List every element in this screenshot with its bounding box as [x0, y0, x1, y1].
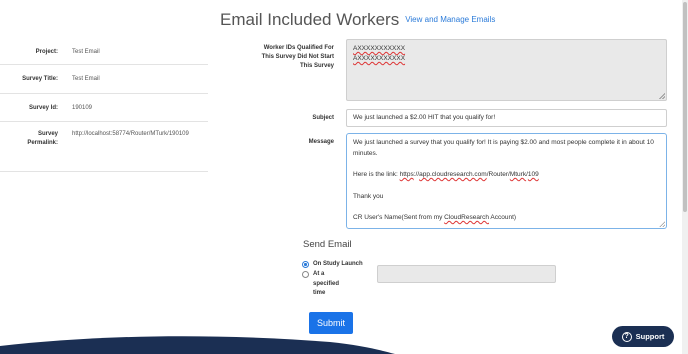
message-thanks: Thank you [353, 192, 384, 200]
sidebar-row-permalink: Survey Permalink: http://localhost:58774… [0, 122, 208, 172]
message-textarea[interactable]: We just launched a survey that you quali… [346, 133, 667, 229]
radio-checked-icon[interactable] [302, 261, 309, 268]
message-link-line: Here is the link: https://app.cloudresea… [353, 171, 539, 178]
worker-ids-label: Worker IDs Qualified For This Survey Did… [261, 45, 334, 69]
radio-label-on-launch: On Study Launch [313, 261, 363, 267]
sidebar-row-project: Project: Test Email [0, 38, 208, 65]
survey-id-value: 190109 [72, 105, 93, 111]
sidebar-row-survey-id: Survey Id: 190109 [0, 94, 208, 122]
specified-time-input[interactable] [377, 265, 556, 283]
subject-input[interactable]: We just launched a $2.00 HIT that you qu… [346, 109, 667, 127]
page-title: Email Included Workers View and Manage Em… [220, 10, 495, 30]
help-circle-icon: ? [621, 331, 632, 342]
message-signature: CR User's Name(Sent from my CloudResearc… [353, 214, 517, 221]
survey-title-value: Test Email [72, 76, 100, 82]
resize-grip-icon[interactable] [659, 221, 665, 227]
worker-ids-textarea[interactable]: AXXXXXXXXXXX AXXXXXXXXXXX [346, 39, 667, 101]
message-line-1: We just launched a survey that you quali… [353, 139, 654, 157]
worker-id-item: AXXXXXXXXXXX [353, 45, 406, 52]
send-email-heading: Send Email [303, 239, 352, 250]
support-button[interactable]: ? Support [612, 326, 674, 347]
radio-unchecked-icon[interactable] [302, 271, 309, 278]
radio-specified-time[interactable]: At a specified time [302, 270, 345, 299]
worker-id-item: AXXXXXXXXXXX [353, 55, 406, 62]
page-scrollbar[interactable] [682, 0, 688, 354]
survey-id-label: Survey Id: [28, 105, 58, 111]
scrollbar-thumb[interactable] [683, 2, 687, 212]
sidebar-row-survey-title: Survey Title: Test Email [0, 65, 208, 94]
radio-label-specified-time: At a specified time [313, 271, 340, 296]
resize-grip-icon[interactable] [659, 93, 665, 99]
subject-label: Subject [312, 115, 334, 121]
radio-on-study-launch[interactable]: On Study Launch [302, 260, 363, 270]
project-value: Test Email [72, 49, 100, 55]
project-label: Project: [35, 49, 58, 55]
permalink-value[interactable]: http://localhost:58774/Router/MTurk/1901… [72, 130, 189, 139]
survey-title-label: Survey Title: [22, 76, 58, 82]
message-label: Message [308, 139, 334, 145]
survey-info-sidebar: Project: Test Email Survey Title: Test E… [0, 38, 208, 173]
support-label: Support [635, 332, 665, 341]
footer-wave-decoration [0, 336, 395, 354]
page-title-text: Email Included Workers [220, 10, 400, 29]
permalink-label: Survey Permalink: [27, 131, 58, 146]
view-manage-emails-link[interactable]: View and Manage Emails [405, 15, 495, 24]
